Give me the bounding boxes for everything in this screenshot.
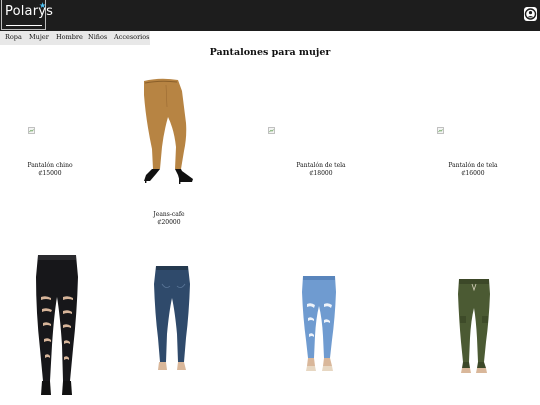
- nav-item-mujer[interactable]: Mujer: [29, 33, 49, 41]
- product-image-tan-pants[interactable]: [136, 77, 202, 185]
- product-image-light-ripped-jeans[interactable]: [298, 274, 340, 374]
- product-name: Pantalón de tela: [296, 162, 346, 169]
- product-image-dark-denim-jeans[interactable]: [150, 264, 194, 374]
- product-price: ₡20000: [157, 219, 181, 226]
- product-card-chino[interactable]: Pantalón chino ₡15000: [15, 162, 85, 178]
- star-icon: ★: [39, 1, 47, 10]
- product-name: Jeans-cafe: [153, 211, 185, 218]
- product-image-olive-cargo-pants[interactable]: [454, 276, 494, 376]
- product-name: Pantalón chino: [27, 162, 73, 169]
- product-price: ₡18000: [309, 170, 333, 177]
- product-name: Pantalón de tela: [448, 162, 498, 169]
- user-icon[interactable]: [524, 7, 537, 21]
- product-card-tela-1[interactable]: Pantalón de tela ₡18000: [286, 162, 356, 178]
- product-price: ₡15000: [38, 170, 62, 177]
- product-image-black-ripped-jeans[interactable]: [30, 253, 84, 399]
- main-nav: Ropa Mujer Hombre Niños Accesorios: [0, 31, 150, 45]
- logo[interactable]: Polarys ★: [1, 0, 53, 30]
- product-price: ₡16000: [461, 170, 485, 177]
- nav-item-ninos[interactable]: Niños: [88, 33, 107, 41]
- top-bar: Polarys ★: [0, 0, 540, 31]
- product-card-jeans-cafe[interactable]: Jeans-cafe ₡20000: [129, 211, 209, 227]
- page-title: Pantalones para mujer: [209, 47, 331, 58]
- broken-image-icon[interactable]: [268, 127, 275, 134]
- product-card-tela-2[interactable]: Pantalón de tela ₡16000: [438, 162, 508, 178]
- broken-image-icon[interactable]: [437, 127, 444, 134]
- broken-image-icon[interactable]: [28, 127, 35, 134]
- nav-item-hombre[interactable]: Hombre: [56, 33, 83, 41]
- nav-item-ropa[interactable]: Ropa: [5, 33, 22, 41]
- nav-item-accesorios[interactable]: Accesorios: [114, 33, 150, 41]
- logo-underline: [6, 25, 42, 26]
